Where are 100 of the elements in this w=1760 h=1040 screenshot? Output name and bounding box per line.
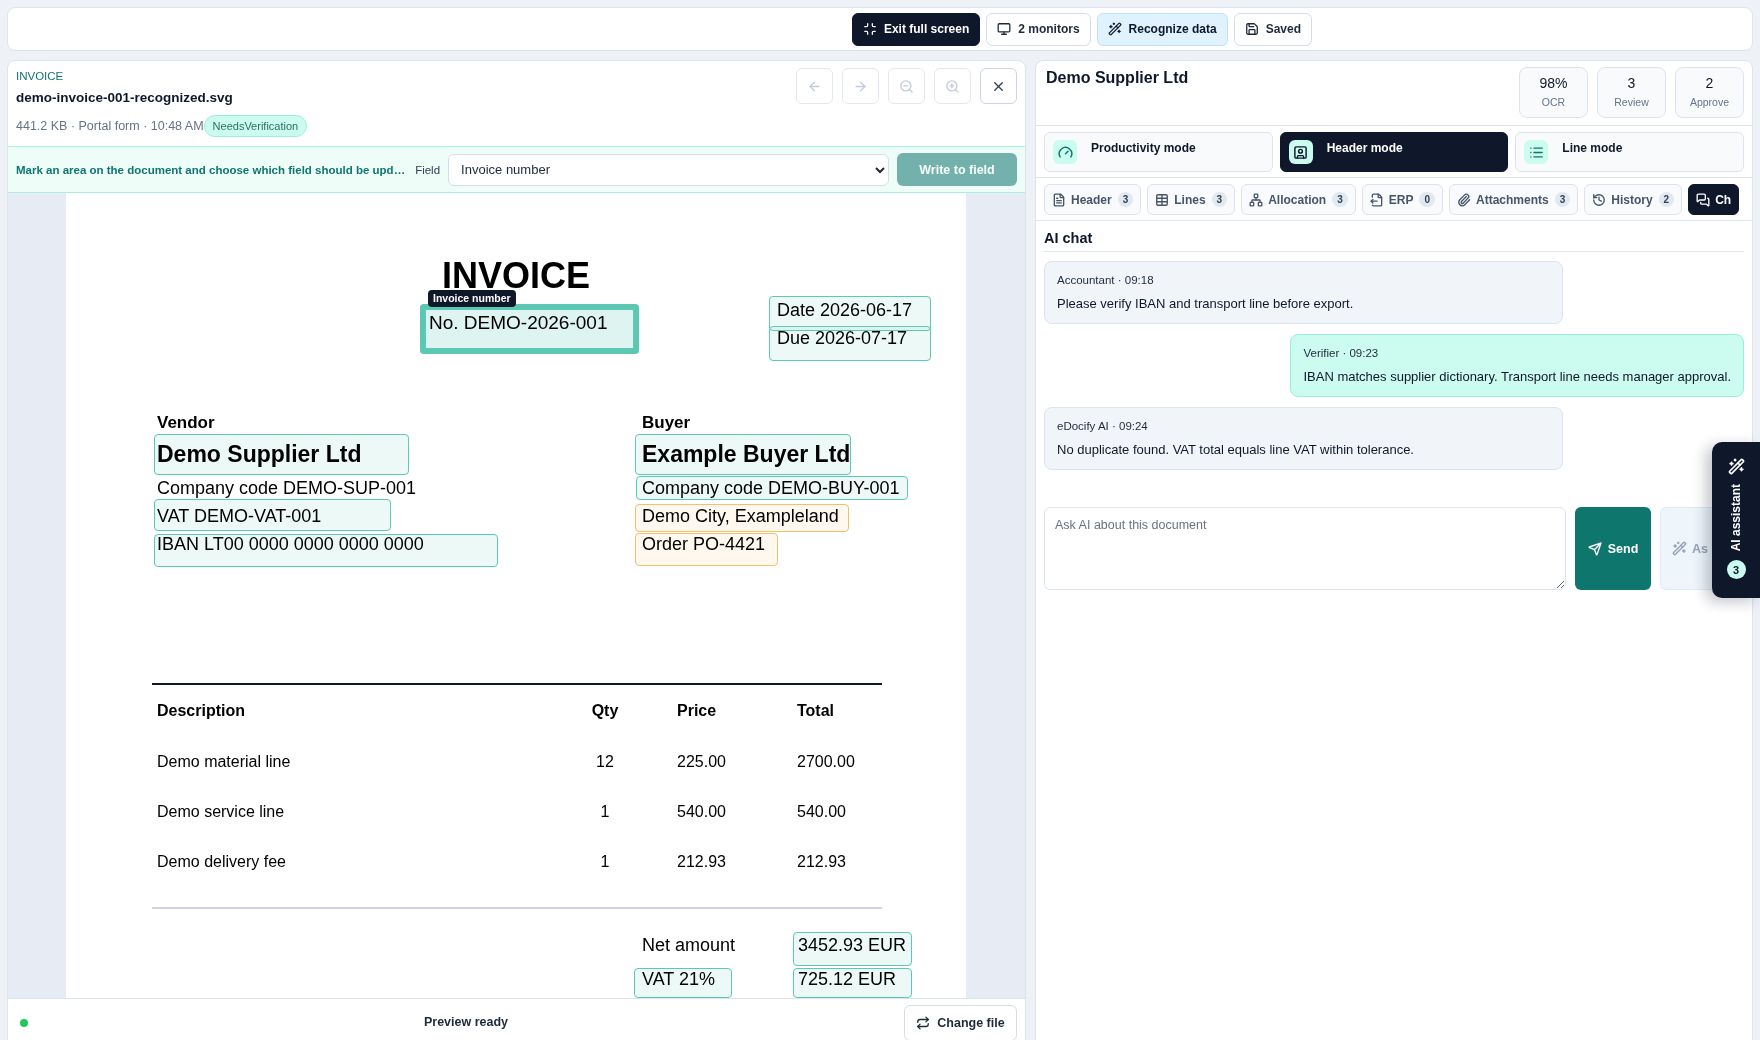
- file-name: demo-invoice-001-recognized.svg: [16, 89, 233, 107]
- table-cell-text: 212.93: [797, 853, 847, 871]
- party-detail: VAT DEMO-VAT-001: [157, 505, 322, 528]
- status-badge: NeedsVerification: [203, 115, 308, 137]
- stat-label: Review: [1614, 95, 1649, 109]
- mode-button[interactable]: Productivity mode: [1044, 132, 1273, 172]
- party-detail: Company code DEMO-BUY-001: [642, 477, 900, 500]
- party-heading: Vendor: [157, 413, 215, 433]
- chat-bubbles-icon: [1696, 192, 1711, 207]
- stat-label: OCR: [1541, 95, 1566, 109]
- document-type-label: INVOICE: [16, 69, 64, 84]
- tab-count: 3: [1332, 192, 1348, 207]
- message-meta: Verifier · 09:23: [1303, 346, 1380, 361]
- tab-count: 3: [1554, 192, 1571, 207]
- monitor-icon: [997, 22, 1012, 36]
- tab[interactable]: Lines 3: [1147, 184, 1236, 215]
- magic-wand-icon: [1672, 541, 1687, 556]
- field-tag: Invoice number: [428, 290, 516, 307]
- assistant-count: 3: [1726, 560, 1746, 580]
- party-name: Example Buyer Ltd: [642, 440, 851, 469]
- ai-assistant-tab[interactable]: AI assistant 3: [1712, 442, 1760, 598]
- arrow-right-icon: [853, 78, 868, 94]
- close-button[interactable]: [980, 68, 1017, 104]
- invoice-number: No. DEMO-2026-001: [429, 312, 608, 333]
- field-label: Field: [415, 163, 441, 176]
- party-heading: Buyer: [642, 413, 691, 433]
- stat-value: 3: [1627, 74, 1636, 92]
- tab-count: 0: [1419, 192, 1435, 207]
- table-cell-text: 12: [595, 753, 615, 771]
- chat-title: AI chat: [1044, 229, 1744, 252]
- party-detail: Demo City, Exampleland: [642, 505, 839, 528]
- document-icon: [1052, 192, 1066, 207]
- mark-area-hint: Mark an area on the document and choose which field should be upd…: [16, 163, 406, 176]
- table-cell-text: 2700.00: [797, 753, 856, 771]
- message-meta: eDocify AI · 09:24: [1057, 419, 1149, 434]
- tab[interactable]: Header 3: [1044, 184, 1142, 215]
- total-value: 725.12 EUR: [798, 968, 897, 991]
- column-header: Description: [157, 702, 246, 720]
- status-dot-icon: [20, 1019, 28, 1027]
- column-header: Price: [677, 702, 718, 720]
- stat-label: Approve: [1689, 95, 1730, 109]
- table-cell-text: 225.00: [677, 753, 727, 771]
- table-cell-text: Demo service line: [157, 803, 286, 821]
- magic-wand-icon: [1107, 22, 1122, 36]
- shrink-corners-icon: [862, 22, 877, 36]
- record-title: Demo Supplier Ltd: [1046, 68, 1189, 88]
- stat-value: 98%: [1539, 74, 1568, 92]
- message-text: IBAN matches supplier dictionary. Transport line needs manager approval.: [1303, 368, 1731, 386]
- tab[interactable]: History 2: [1584, 184, 1683, 215]
- zoom-out-icon: [899, 78, 914, 94]
- table-cell-text: 1: [599, 803, 611, 821]
- toolbar-button[interactable]: Saved: [1233, 12, 1312, 46]
- toolbar-button[interactable]: Exit full screen: [851, 12, 981, 46]
- tab[interactable]: Allocation 3: [1241, 184, 1356, 215]
- list-icon: [1524, 140, 1549, 164]
- file-arrow-icon: [1369, 192, 1384, 207]
- party-detail: Order PO-4421: [642, 533, 766, 556]
- message-text: No duplicate found. VAT total equals line VAT within tolerance.: [1057, 441, 1415, 459]
- field-select[interactable]: Invoice number: [448, 153, 889, 186]
- table-cell-text: 540.00: [677, 803, 727, 821]
- column-header: Qty: [590, 702, 620, 720]
- preview-status: Preview ready: [423, 1015, 509, 1029]
- invoice-date: Due 2026-07-17: [777, 327, 908, 350]
- tab[interactable]: ERP 0: [1361, 184, 1443, 215]
- magic-wand-icon: [1727, 458, 1745, 475]
- stat-value: 2: [1705, 74, 1714, 92]
- table-cell-text: 1: [599, 853, 611, 871]
- message-text: Please verify IBAN and transport line before export.: [1057, 295, 1355, 313]
- send-button[interactable]: Send: [1575, 507, 1651, 590]
- table-cell-text: 212.93: [677, 853, 727, 871]
- id-badge-icon: [1288, 140, 1313, 164]
- tab-count: 2: [1658, 192, 1675, 207]
- toolbar-button[interactable]: 2 monitors: [986, 12, 1091, 46]
- total-value: 3452.93 EUR: [798, 934, 907, 957]
- party-name: Demo Supplier Ltd: [157, 440, 362, 469]
- change-file-button[interactable]: Change file: [904, 1005, 1017, 1040]
- zoom-in-icon: [945, 78, 960, 94]
- message-meta: Accountant · 09:18: [1057, 273, 1155, 288]
- repeat-arrows-icon: [916, 1016, 931, 1030]
- party-detail: Company code DEMO-SUP-001: [157, 477, 417, 500]
- table-cell-text: Demo delivery fee: [157, 853, 287, 871]
- paper-plane-icon: [1587, 541, 1602, 556]
- history-icon: [1592, 192, 1607, 207]
- tab[interactable]: Ch: [1688, 184, 1740, 215]
- table-cell-text: 540.00: [797, 803, 847, 821]
- table-icon: [1155, 192, 1170, 207]
- tab-count: 3: [1211, 192, 1228, 207]
- table-cell-text: Demo material line: [157, 753, 292, 771]
- tab[interactable]: Attachments 3: [1449, 184, 1579, 215]
- nodes-icon: [1249, 192, 1264, 207]
- toolbar-button[interactable]: Recognize data: [1096, 12, 1228, 46]
- chat-input[interactable]: Ask AI about this document: [1044, 507, 1566, 590]
- invoice-date: Date 2026-06-17: [777, 299, 913, 322]
- column-header: Total: [797, 702, 836, 720]
- total-label: Net amount: [642, 934, 736, 957]
- file-meta: 441.2 KB · Portal form · 10:48 AM: [16, 119, 204, 133]
- total-label: VAT 21%: [642, 968, 716, 991]
- paperclip-icon: [1457, 192, 1471, 207]
- mode-button[interactable]: Header mode: [1279, 132, 1509, 172]
- mode-button[interactable]: Line mode: [1515, 132, 1744, 172]
